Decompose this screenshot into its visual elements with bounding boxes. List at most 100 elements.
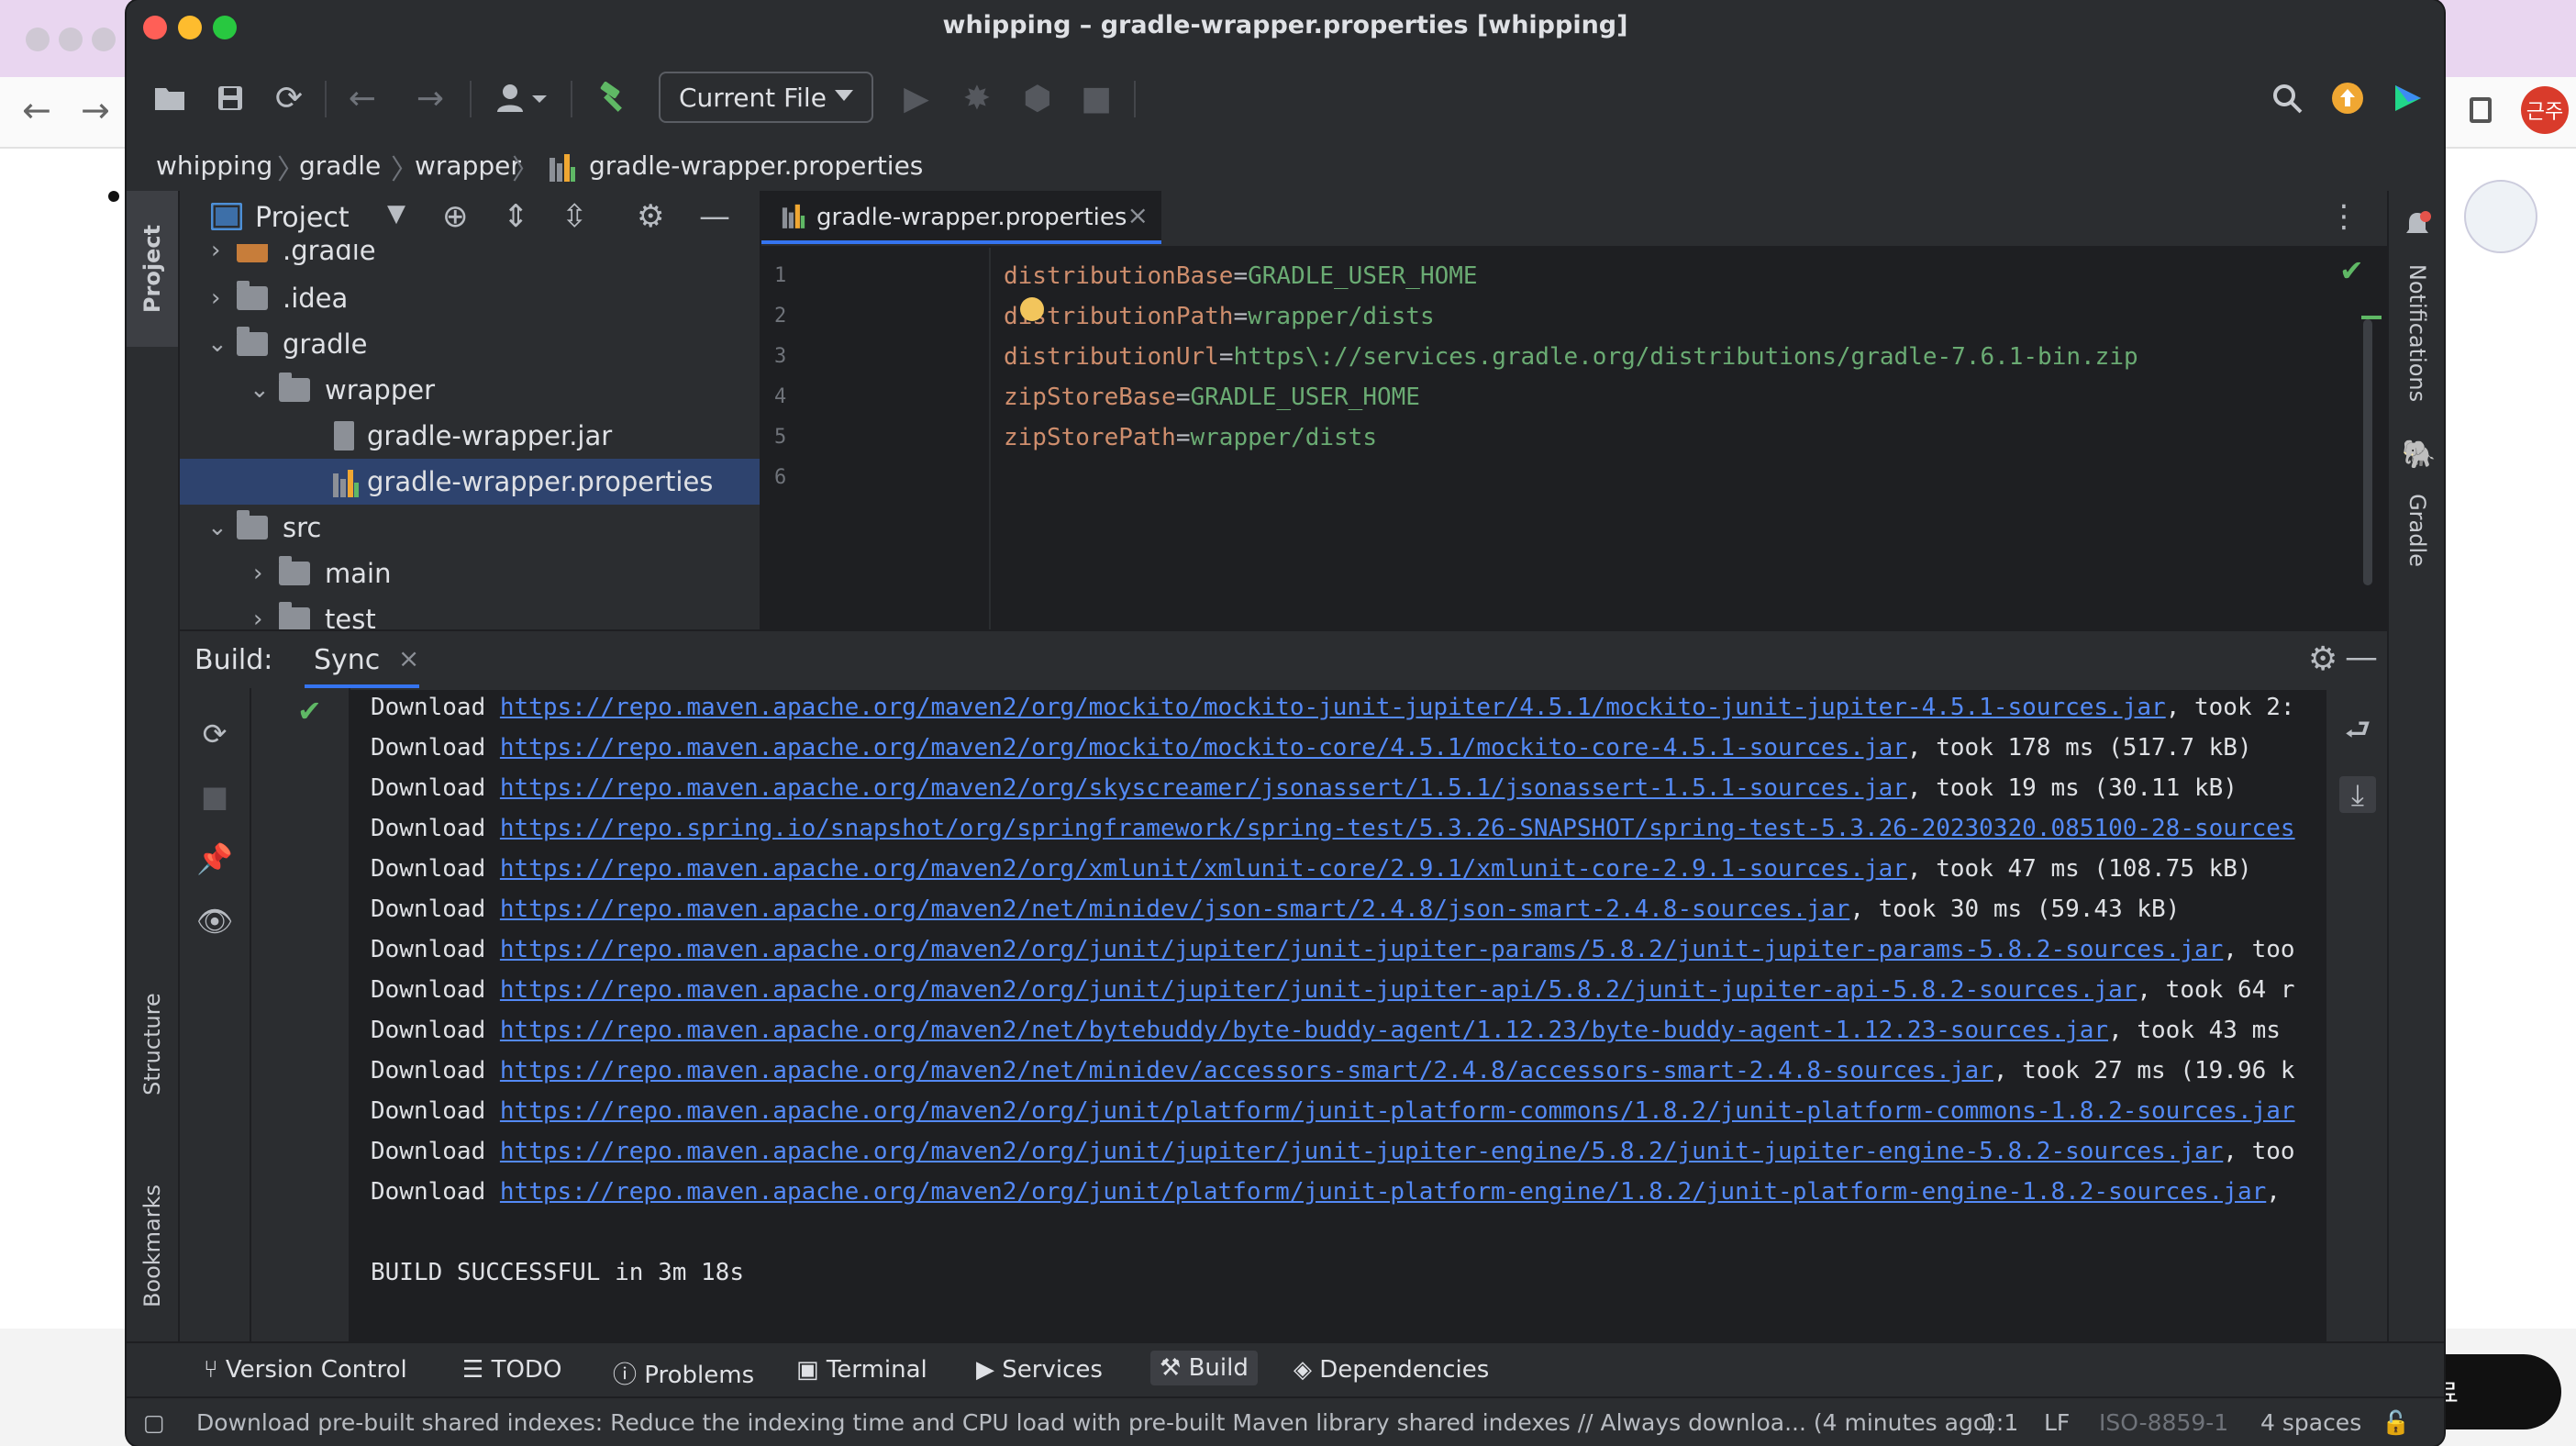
browser-sidebar-icon[interactable] [2470, 97, 2492, 123]
tree-item-main[interactable]: › main [180, 551, 760, 596]
breadcrumb-item[interactable]: whipping [156, 150, 272, 181]
tab-sync[interactable]: Sync × [305, 640, 420, 688]
back-arrow-icon[interactable]: ← [338, 73, 387, 123]
hide-panel-icon[interactable]: — [2345, 639, 2378, 676]
more-options-icon[interactable]: ⋮ [2328, 198, 2359, 235]
save-icon[interactable] [205, 73, 255, 123]
tree-item-dot-gradle[interactable]: › .gradle [180, 244, 760, 273]
gradle-elephant-icon[interactable]: 🐘 [2402, 439, 2436, 471]
console-link[interactable]: https://repo.spring.io/snapshot/org/spri… [500, 815, 2295, 842]
open-folder-icon[interactable] [145, 73, 194, 123]
console-link[interactable]: https://repo.maven.apache.org/maven2/org… [500, 774, 1907, 802]
tab-problems[interactable]: ⓘ Problems [613, 1356, 754, 1390]
console-link[interactable]: https://repo.maven.apache.org/maven2/org… [500, 694, 2166, 721]
tab-project[interactable]: Project [127, 191, 178, 347]
browser-zoom-dot[interactable] [92, 28, 116, 51]
tab-notifications[interactable]: Notifications [2389, 246, 2444, 420]
tree-item-gradle-wrapper-properties[interactable]: gradle-wrapper.properties [180, 459, 760, 505]
console-link[interactable]: https://repo.maven.apache.org/maven2/org… [500, 1178, 2266, 1206]
line-separator[interactable]: LF [2044, 1409, 2070, 1436]
lock-icon[interactable]: 🔓 [2382, 1409, 2410, 1437]
build-hammer-icon[interactable] [587, 73, 637, 123]
collapse-all-icon[interactable]: ⇳ [561, 198, 588, 235]
console-link[interactable]: https://repo.maven.apache.org/maven2/net… [500, 1017, 2108, 1044]
tree-item-gradle[interactable]: ⌄ gradle [180, 321, 760, 367]
stop-icon[interactable]: ■ [196, 778, 233, 815]
editor-scrollbar[interactable] [2363, 319, 2372, 585]
line-number: 2 [774, 305, 787, 328]
tab-structure[interactable]: Structure [127, 943, 178, 1145]
breadcrumb-item[interactable]: wrapper [415, 150, 521, 181]
editor-tab-gradle-wrapper-properties[interactable]: gradle-wrapper.properties × [761, 191, 1161, 244]
intention-bulb-icon[interactable] [1020, 297, 1044, 321]
gear-icon[interactable]: ⚙ [637, 198, 664, 235]
console-link[interactable]: https://repo.maven.apache.org/maven2/org… [500, 734, 1907, 762]
tree-item-wrapper[interactable]: ⌄ wrapper [180, 367, 760, 413]
tab-todo[interactable]: ☰ TODO [462, 1356, 561, 1384]
browser-avatar[interactable]: 근주 [2521, 86, 2569, 134]
chevron-down-icon[interactable]: ▼ [387, 200, 405, 228]
console-link[interactable]: https://repo.maven.apache.org/maven2/org… [500, 855, 1907, 883]
soft-wrap-icon[interactable]: ⮐ [2339, 712, 2376, 752]
tab-bookmarks[interactable]: Bookmarks [127, 1154, 178, 1338]
panel-toggle-icon[interactable]: ▢ [143, 1409, 165, 1436]
file-encoding[interactable]: ISO-8859-1 [2099, 1409, 2228, 1436]
tab-terminal[interactable]: ▣ Terminal [796, 1356, 927, 1384]
caret-position[interactable]: 1:1 [1982, 1409, 2018, 1436]
run-icon[interactable]: ▶ [892, 73, 941, 123]
browser-minimize-dot[interactable] [59, 28, 83, 51]
status-message[interactable]: Download pre-built shared indexes: Reduc… [196, 1409, 1996, 1436]
pin-icon[interactable]: 📌 [196, 840, 233, 877]
close-icon[interactable]: × [1127, 200, 1149, 230]
build-tool-window: Build: Sync × ⚙ — ⟳ ■ 📌 👁 ✔ Download htt… [180, 629, 2387, 1343]
tab-services[interactable]: ▶ Services [976, 1356, 1103, 1384]
close-icon[interactable]: × [398, 643, 419, 673]
tree-item-test[interactable]: › test [180, 596, 760, 629]
locate-file-icon[interactable]: ⊕ [442, 198, 469, 235]
console-link[interactable]: https://repo.maven.apache.org/maven2/org… [500, 1097, 2295, 1125]
scroll-to-end-icon[interactable]: ⤓ [2339, 776, 2376, 813]
console-link[interactable]: https://repo.maven.apache.org/maven2/net… [500, 1057, 1993, 1084]
search-icon[interactable] [2262, 73, 2312, 123]
hide-panel-icon[interactable]: — [699, 198, 730, 235]
expand-all-icon[interactable]: ⇕ [503, 198, 529, 235]
jetbrains-ai-icon[interactable] [2383, 73, 2433, 123]
console-link[interactable]: https://repo.maven.apache.org/maven2/org… [500, 936, 2223, 963]
project-view-title[interactable]: Project [255, 202, 350, 234]
success-check-icon[interactable]: ✔ [297, 694, 322, 729]
indent-setting[interactable]: 4 spaces [2260, 1409, 2361, 1436]
browser-close-dot[interactable] [26, 28, 50, 51]
breadcrumb-item[interactable]: gradle [299, 150, 381, 181]
tree-item-idea[interactable]: › .idea [180, 275, 760, 321]
build-console[interactable]: Download https://repo.maven.apache.org/m… [349, 690, 2326, 1343]
notifications-icon[interactable] [2402, 209, 2433, 244]
folder-icon [279, 602, 310, 629]
vcs-user-icon[interactable] [486, 73, 560, 123]
rerun-icon[interactable]: ⟳ [196, 716, 233, 752]
console-link[interactable]: https://repo.maven.apache.org/maven2/org… [500, 976, 2137, 1004]
tab-gradle[interactable]: Gradle [2389, 475, 2444, 585]
browser-forward-icon[interactable]: → [81, 90, 110, 130]
browser-back-icon[interactable]: ← [22, 90, 51, 130]
update-icon[interactable] [2323, 73, 2372, 123]
tab-version-control[interactable]: ⑂ Version Control [204, 1356, 407, 1384]
tree-item-gradle-wrapper-jar[interactable]: gradle-wrapper.jar [180, 413, 760, 459]
console-link[interactable]: https://repo.maven.apache.org/maven2/net… [500, 895, 1849, 923]
console-link[interactable]: https://repo.maven.apache.org/maven2/org… [500, 1138, 2223, 1165]
run-configuration-dropdown[interactable]: Current File [659, 72, 873, 123]
coverage-icon[interactable]: ⬢ [1013, 73, 1062, 123]
inspection-ok-icon[interactable]: ✔ [2339, 253, 2364, 288]
breadcrumb-item[interactable]: gradle-wrapper.properties [589, 150, 923, 181]
eye-icon[interactable]: 👁 [196, 903, 234, 940]
forward-arrow-icon[interactable]: → [405, 73, 455, 123]
tab-build[interactable]: ⚒ Build [1150, 1351, 1258, 1385]
sync-icon[interactable]: ⟳ [264, 73, 314, 123]
stop-icon[interactable]: ■ [1071, 73, 1121, 123]
gear-icon[interactable]: ⚙ [2308, 640, 2337, 678]
tab-dependencies[interactable]: ◈ Dependencies [1294, 1356, 1489, 1384]
chevron-right-icon: › [253, 560, 263, 587]
chevron-right-icon: › [211, 244, 221, 264]
debug-icon[interactable]: ✸ [952, 73, 1002, 123]
tree-item-src[interactable]: ⌄ src [180, 505, 760, 551]
code-area[interactable]: distributionBase=GRADLE_USER_HOME distri… [1004, 248, 2361, 629]
